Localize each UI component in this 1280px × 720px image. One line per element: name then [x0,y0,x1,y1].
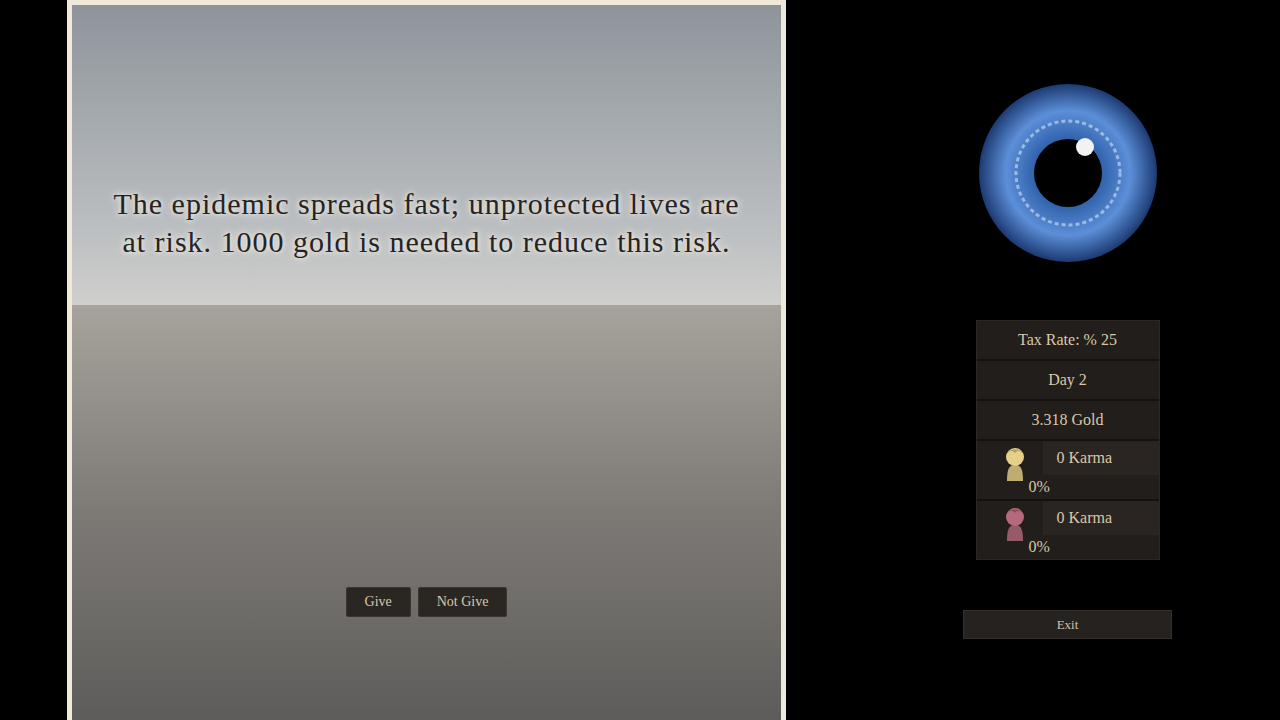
exit-button[interactable]: Exit [963,610,1172,639]
choice-bar: GiveNot Give [72,587,781,617]
scene-picture: The epidemic spreads fast; unprotected l… [67,0,786,720]
stats-panel: Tax Rate: % 25Day 23.318 Gold0 Karma0%0 … [976,320,1160,560]
gold-counter: 3.318 Gold [977,401,1159,439]
choice-button[interactable]: Not Give [418,587,508,617]
portrait-icon [995,443,1035,483]
faction-share: 0% [1029,535,1159,558]
faction-share: 0% [1029,475,1159,498]
game-screen: The epidemic spreads fast; unprotected l… [0,0,1280,720]
faction-row: 0 Karma0% [977,441,1159,499]
side-panel: Tax Rate: % 25Day 23.318 Gold0 Karma0%0 … [963,0,1172,720]
faction-row: 0 Karma0% [977,501,1159,559]
faction-info: 0 Karma0% [1043,501,1159,559]
eye-icon [977,82,1159,264]
portrait-icon [995,503,1035,543]
karma-value: 0 Karma [1043,441,1159,475]
karma-value: 0 Karma [1043,501,1159,535]
scene-sky [72,5,781,305]
day-counter: Day 2 [977,361,1159,399]
faction-info: 0 Karma0% [1043,441,1159,499]
scene-street [72,305,781,720]
scene-caption: The epidemic spreads fast; unprotected l… [112,185,741,261]
choice-button[interactable]: Give [346,587,411,617]
tax-rate: Tax Rate: % 25 [977,321,1159,359]
